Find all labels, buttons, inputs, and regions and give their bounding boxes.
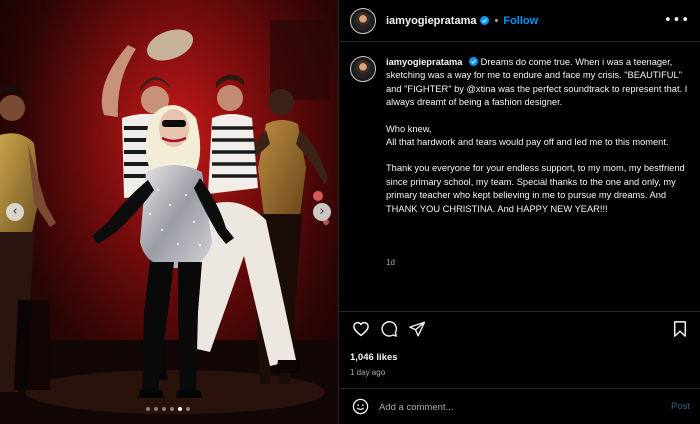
follow-button[interactable]: Follow	[503, 15, 538, 27]
like-count[interactable]: 1,046 likes	[350, 352, 398, 363]
post-date[interactable]: 1 day ago	[350, 368, 385, 377]
avatar[interactable]	[350, 7, 376, 34]
caption-username[interactable]: iamyogiepratama	[386, 57, 462, 67]
carousel-indicator	[146, 407, 190, 411]
comment-bar: Post	[339, 388, 700, 424]
verified-badge-icon	[469, 57, 479, 66]
heart-icon[interactable]	[352, 320, 370, 338]
caption-avatar[interactable]	[350, 56, 376, 82]
verified-badge-icon	[480, 16, 490, 25]
caption-paragraph-3: Thank you everyone for your endless supp…	[386, 163, 685, 214]
carousel-dot	[186, 407, 190, 411]
smiley-icon[interactable]	[352, 398, 369, 415]
caption-block: iamyogiepratama Dreams do come true. Whe…	[350, 56, 690, 216]
carousel-dot	[170, 407, 174, 411]
carousel-prev-button[interactable]: ‹	[6, 203, 24, 221]
bookmark-icon[interactable]	[671, 320, 689, 338]
caption-paragraph-2a: Who knew,	[386, 123, 432, 134]
comment-bubble-icon[interactable]	[380, 320, 398, 338]
caption-text: iamyogiepratama Dreams do come true. Whe…	[386, 56, 690, 216]
caption-paragraph-2b: All that hardwork and tears would pay of…	[386, 137, 669, 148]
carousel-dot	[162, 407, 166, 411]
carousel-dot	[154, 407, 158, 411]
post-header: iamyogiepratama • Follow •••	[339, 0, 700, 42]
carousel-next-button[interactable]: ›	[313, 203, 331, 221]
carousel-dot	[178, 407, 182, 411]
post-comment-button[interactable]: Post	[671, 401, 690, 412]
post-details-panel: iamyogiepratama • Follow ••• iamyogiepra…	[338, 0, 700, 424]
carousel-dot	[146, 407, 150, 411]
caption-timestamp[interactable]: 1d	[386, 258, 395, 267]
post-media[interactable]: ‹ ›	[0, 0, 338, 424]
paper-plane-icon[interactable]	[408, 320, 426, 338]
more-options-icon[interactable]: •••	[664, 13, 690, 28]
comment-input[interactable]	[379, 398, 649, 416]
action-bar	[349, 320, 691, 340]
divider	[339, 311, 700, 312]
concert-photo	[0, 0, 338, 424]
header-username[interactable]: iamyogiepratama	[386, 15, 476, 27]
header-separator: •	[494, 14, 499, 27]
